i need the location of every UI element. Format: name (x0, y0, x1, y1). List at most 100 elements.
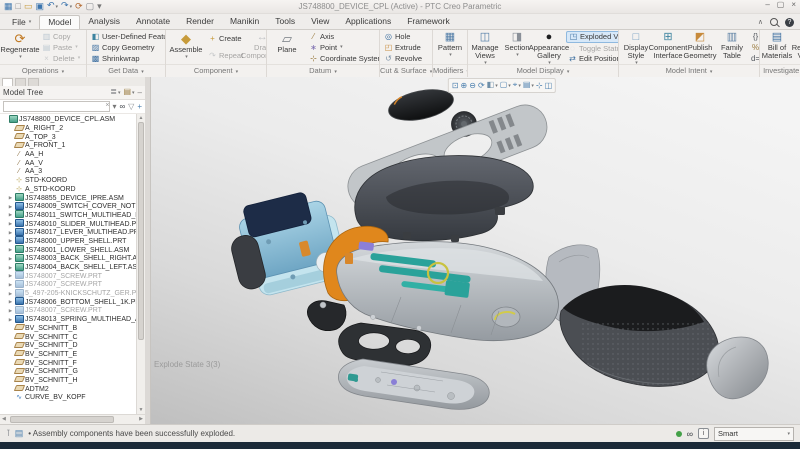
app-logo-icon[interactable]: ▦ (4, 2, 13, 11)
ribbon-group-label[interactable]: Datum ▾ (267, 64, 379, 77)
model-tree-tab[interactable] (2, 78, 13, 86)
save-button[interactable]: ▣ (35, 2, 44, 11)
exploded-view-button[interactable]: ◳Exploded View (566, 31, 618, 43)
copy-geometry-button[interactable]: ▨Copy Geometry (89, 42, 165, 53)
tree-item[interactable]: A_FRONT_1 (0, 142, 137, 151)
copy-button[interactable]: ▥Copy (40, 31, 82, 42)
scroll-up-icon[interactable]: ▲ (137, 114, 145, 122)
extrude-button[interactable]: ◰Extrude (382, 42, 424, 53)
reference-viewer-button[interactable]: ⊶Reference Viewer (794, 31, 800, 64)
message-log-icon[interactable]: ▤ (15, 428, 24, 439)
user-defined-feature-button[interactable]: ◧User-Defined Feature (89, 31, 165, 42)
tree-item[interactable]: ⊹STD-KOORD (0, 176, 137, 185)
tab-render[interactable]: Render (178, 15, 222, 29)
zoom-in-icon[interactable]: ⊕ (461, 81, 468, 91)
publish-geometry-button[interactable]: ◩Publish Geometry (685, 31, 715, 64)
switch-symbols-button[interactable]: %Switch Symbols (749, 42, 759, 53)
create-button[interactable]: +Create (206, 33, 245, 44)
component-interface-button[interactable]: ⊞Component Interface (653, 31, 683, 64)
toggle-status-button[interactable]: ◌Toggle Status (566, 43, 618, 53)
tree-item[interactable]: ⁄AA_V (0, 159, 137, 168)
revolve-button[interactable]: ↺Revolve (382, 53, 424, 64)
tree-item[interactable]: BV_SCHNITT_D (0, 341, 137, 350)
tab-annotate[interactable]: Annotate (128, 15, 178, 29)
customize-toolbar-button[interactable]: ▾ (97, 2, 102, 11)
tree-item[interactable]: BV_SCHNITT_B (0, 324, 137, 333)
scroll-left-icon[interactable]: ◀ (2, 415, 6, 424)
zoom-out-icon[interactable]: ⊖ (469, 81, 476, 91)
annotation-display-icon[interactable]: ▤▾ (523, 80, 534, 91)
plane-button[interactable]: ▱Plane (269, 31, 305, 64)
manage-views-button[interactable]: ◫Manage Views▾ (470, 31, 500, 64)
search-options-caret[interactable]: ▾ (112, 103, 116, 111)
repeat-button[interactable]: ↷Repeat (206, 50, 245, 61)
ribbon-group-label[interactable]: Model Display ▾ (468, 64, 618, 77)
tree-item[interactable]: ADTM2 (0, 385, 137, 394)
tab-framework[interactable]: Framework (399, 15, 458, 29)
tree-item[interactable]: ▶5_497-205-KNICKSCHUTZ_GER.PRT (0, 289, 137, 298)
search-icon[interactable] (770, 18, 778, 26)
minimize-ribbon-icon[interactable]: ∧ (758, 18, 763, 26)
tree-item[interactable]: ▶JS748007_SCREW.PRT (0, 307, 137, 316)
view-mode-icon[interactable]: ◫ (545, 81, 553, 91)
selection-filter-dropdown[interactable]: Smart ▾ (714, 427, 794, 441)
delete-button[interactable]: ×Delete▾ (40, 53, 82, 64)
paste-button[interactable]: ▤Paste▾ (40, 42, 82, 53)
bill-of-materials-button[interactable]: ▤Bill of Materials (762, 31, 792, 64)
tab-tools[interactable]: Tools (267, 15, 303, 29)
tree-item[interactable]: BV_SCHNITT_C (0, 333, 137, 342)
folder-browser-tab[interactable] (15, 78, 26, 86)
axis-button[interactable]: ⁄Axis (307, 31, 379, 42)
hole-button[interactable]: ◎Hole (382, 31, 424, 42)
tab-view[interactable]: View (303, 15, 337, 29)
tab-applications[interactable]: Applications (337, 15, 399, 29)
scrollbar-thumb[interactable] (138, 122, 144, 340)
tree-horizontal-scrollbar[interactable]: ◀ ▶ (0, 414, 145, 424)
find-icon[interactable]: ∞ (119, 103, 125, 111)
minimize-button[interactable]: – (765, 0, 769, 9)
shrinkwrap-button[interactable]: ▩Shrinkwrap (89, 53, 165, 64)
favorites-tab[interactable] (28, 78, 39, 86)
tree-columns-icon[interactable]: ▤▾ (123, 88, 134, 97)
ribbon-group-label[interactable]: Component ▾ (166, 64, 266, 77)
ribbon-group-label[interactable]: Operations ▾ (0, 64, 86, 77)
scroll-right-icon[interactable]: ▶ (139, 415, 143, 424)
repaint-icon[interactable]: ⟳ (478, 81, 485, 91)
refit-icon[interactable]: ⊡ (452, 81, 459, 91)
ribbon-group-label[interactable]: Model Intent ▾ (619, 64, 759, 77)
scrollbar-thumb[interactable] (10, 416, 114, 423)
relations-button[interactable]: d=Relations (749, 53, 759, 64)
undo-button[interactable]: ↶▾ (47, 1, 58, 12)
tab-analysis[interactable]: Analysis (80, 15, 128, 29)
assemble-button[interactable]: ◆Assemble▾ (168, 31, 204, 64)
scroll-down-icon[interactable]: ▼ (137, 406, 145, 414)
family-table-button[interactable]: ▥Family Table (717, 31, 747, 64)
edit-position-button[interactable]: ⇄Edit Position (566, 53, 618, 63)
appearance-gallery-button[interactable]: ●Appearance Gallery▾ (534, 31, 564, 64)
regenerate-button[interactable]: ⟳Regenerate▾ (2, 31, 38, 64)
ribbon-group-label[interactable]: Cut & Surface ▾ (380, 64, 432, 77)
open-file-button[interactable]: ▭ (24, 2, 33, 11)
saved-views-icon[interactable]: ▢▾ (500, 80, 511, 91)
maximize-button[interactable]: ▢ (777, 0, 785, 9)
shaded-view-icon[interactable]: ◧▾ (487, 80, 498, 91)
ribbon-group-label[interactable]: Get Data ▾ (87, 64, 165, 77)
drag-components-button[interactable]: ↔Drag Components (247, 31, 266, 64)
tree-filters-icon[interactable]: ≣▾ (110, 88, 120, 97)
tree-item[interactable]: ▶JS748013_SPRING_MULTIHEAD_AUS.PRT (0, 315, 137, 324)
parameters-button[interactable]: {}Parameters (749, 31, 759, 42)
coordinate-system-button[interactable]: ⊹Coordinate System (307, 53, 379, 64)
clear-search-icon[interactable]: × (105, 101, 109, 111)
regenerate-quick-button[interactable]: ⟳ (75, 2, 83, 11)
help-icon[interactable]: ? (785, 18, 794, 27)
info-icon[interactable]: i (698, 428, 709, 439)
tree-item[interactable]: A_RIGHT_2 (0, 124, 137, 133)
tab-model[interactable]: Model (39, 15, 80, 29)
datum-display-icon[interactable]: ⌖▾ (513, 80, 521, 91)
tree-item[interactable]: ⁄AA_H (0, 150, 137, 159)
display-style-button[interactable]: □Display Style▾ (621, 31, 651, 64)
pattern-button[interactable]: ▦Pattern▾ (435, 31, 465, 64)
collapse-panel-icon[interactable]: – (138, 89, 142, 97)
spin-center-icon[interactable]: ⊹ (536, 81, 543, 91)
ribbon-group-label[interactable]: Investigate ▾ (760, 64, 800, 77)
